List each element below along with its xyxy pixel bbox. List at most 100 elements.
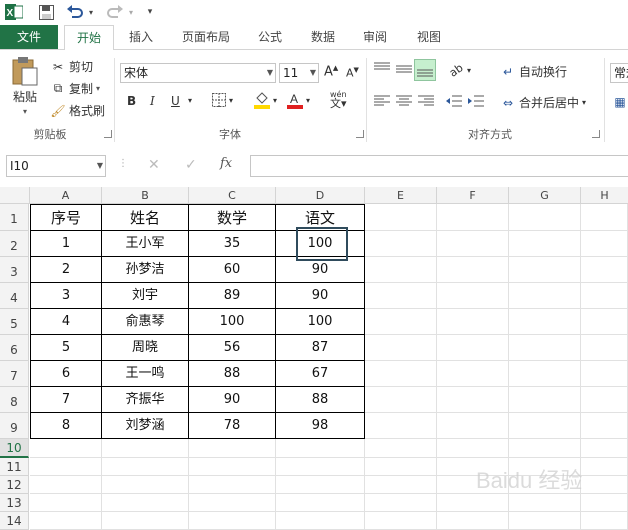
empty-cell[interactable] — [365, 204, 437, 231]
decrease-indent-button[interactable] — [446, 95, 462, 107]
tab-review[interactable]: 审阅 — [354, 25, 396, 49]
align-center-button[interactable] — [396, 95, 412, 107]
empty-cell[interactable] — [437, 512, 509, 530]
empty-cell[interactable] — [30, 476, 102, 494]
empty-cell[interactable] — [102, 494, 189, 512]
empty-cell[interactable] — [437, 231, 509, 257]
font-size-select[interactable]: 11 ▼ — [279, 63, 319, 83]
table-cell[interactable]: 88 — [189, 361, 276, 387]
table-cell[interactable]: 1 — [30, 231, 102, 257]
empty-cell[interactable] — [437, 204, 509, 231]
format-painter-button[interactable]: 🖌 格式刷 — [50, 102, 105, 119]
underline-dropdown-icon[interactable]: ▾ — [188, 96, 192, 105]
empty-cell[interactable] — [189, 439, 276, 458]
undo-icon[interactable] — [64, 3, 86, 21]
empty-cell[interactable] — [509, 257, 581, 283]
empty-cell[interactable] — [509, 361, 581, 387]
accounting-format-button[interactable]: ▦ — [612, 94, 628, 110]
table-cell[interactable]: 齐振华 — [102, 387, 189, 413]
empty-cell[interactable] — [276, 439, 365, 458]
empty-cell[interactable] — [581, 231, 628, 257]
top-align-button[interactable] — [374, 62, 390, 76]
number-format-select[interactable]: 常规 — [610, 63, 628, 83]
save-icon[interactable] — [36, 3, 56, 21]
empty-cell[interactable] — [509, 439, 581, 458]
column-header[interactable]: F — [437, 187, 509, 204]
increase-indent-button[interactable] — [468, 95, 484, 107]
decrease-font-size-button[interactable]: A▼ — [346, 66, 359, 80]
table-cell[interactable]: 100 — [276, 231, 365, 257]
tab-view[interactable]: 视图 — [408, 25, 450, 49]
empty-cell[interactable] — [509, 413, 581, 439]
align-right-button[interactable] — [418, 95, 434, 107]
table-cell[interactable]: 6 — [30, 361, 102, 387]
empty-cell[interactable] — [581, 257, 628, 283]
table-header-cell[interactable]: 语文 — [276, 204, 365, 231]
empty-cell[interactable] — [276, 494, 365, 512]
empty-cell[interactable] — [365, 413, 437, 439]
row-header[interactable]: 14 — [0, 512, 29, 530]
empty-cell[interactable] — [509, 231, 581, 257]
table-header-cell[interactable]: 姓名 — [102, 204, 189, 231]
empty-cell[interactable] — [509, 309, 581, 335]
table-cell[interactable]: 王小军 — [102, 231, 189, 257]
empty-cell[interactable] — [581, 309, 628, 335]
tab-data[interactable]: 数据 — [302, 25, 344, 49]
empty-cell[interactable] — [102, 458, 189, 476]
empty-cell[interactable] — [276, 476, 365, 494]
table-cell[interactable]: 60 — [189, 257, 276, 283]
empty-cell[interactable] — [189, 512, 276, 530]
empty-cell[interactable] — [30, 439, 102, 458]
empty-cell[interactable] — [509, 512, 581, 530]
table-cell[interactable]: 90 — [189, 387, 276, 413]
fill-color-button[interactable]: ▾ — [254, 92, 277, 109]
row-header[interactable]: 2 — [0, 231, 29, 257]
empty-cell[interactable] — [30, 458, 102, 476]
table-cell[interactable]: 98 — [276, 413, 365, 439]
empty-cell[interactable] — [189, 458, 276, 476]
undo-dropdown-icon[interactable]: ▾ — [86, 3, 96, 21]
empty-cell[interactable] — [581, 458, 628, 476]
row-header[interactable]: 13 — [0, 494, 29, 512]
empty-cell[interactable] — [30, 494, 102, 512]
empty-cell[interactable] — [581, 439, 628, 458]
empty-cell[interactable] — [189, 476, 276, 494]
table-cell[interactable]: 刘宇 — [102, 283, 189, 309]
empty-cell[interactable] — [437, 257, 509, 283]
column-header[interactable]: G — [509, 187, 581, 204]
empty-cell[interactable] — [365, 283, 437, 309]
empty-cell[interactable] — [365, 257, 437, 283]
row-header[interactable]: 3 — [0, 257, 29, 283]
column-header[interactable]: A — [30, 187, 102, 204]
copy-button[interactable]: ⧉ 复制 ▾ — [50, 80, 100, 97]
phonetic-guide-button[interactable]: wén 文▾ — [330, 90, 347, 109]
cut-button[interactable]: ✂ 剪切 — [50, 58, 93, 75]
empty-cell[interactable] — [437, 309, 509, 335]
table-cell[interactable]: 89 — [189, 283, 276, 309]
empty-cell[interactable] — [581, 361, 628, 387]
table-cell[interactable]: 2 — [30, 257, 102, 283]
table-cell[interactable]: 5 — [30, 335, 102, 361]
table-cell[interactable]: 3 — [30, 283, 102, 309]
empty-cell[interactable] — [102, 439, 189, 458]
wrap-text-button[interactable]: ↵ 自动换行 — [500, 63, 567, 80]
empty-cell[interactable] — [365, 387, 437, 413]
empty-cell[interactable] — [365, 439, 437, 458]
orientation-button[interactable]: ab ▾ — [447, 61, 471, 80]
row-header[interactable]: 10 — [0, 439, 29, 458]
table-cell[interactable]: 90 — [276, 283, 365, 309]
empty-cell[interactable] — [581, 494, 628, 512]
tab-file[interactable]: 文件 — [0, 25, 58, 49]
row-header[interactable]: 4 — [0, 283, 29, 309]
row-header[interactable]: 9 — [0, 413, 29, 439]
table-cell[interactable]: 35 — [189, 231, 276, 257]
table-cell[interactable]: 67 — [276, 361, 365, 387]
row-header[interactable]: 7 — [0, 361, 29, 387]
row-header[interactable]: 1 — [0, 204, 29, 231]
empty-cell[interactable] — [276, 458, 365, 476]
empty-cell[interactable] — [365, 231, 437, 257]
empty-cell[interactable] — [509, 335, 581, 361]
empty-cell[interactable] — [581, 476, 628, 494]
empty-cell[interactable] — [509, 387, 581, 413]
tab-insert[interactable]: 插入 — [120, 25, 162, 49]
